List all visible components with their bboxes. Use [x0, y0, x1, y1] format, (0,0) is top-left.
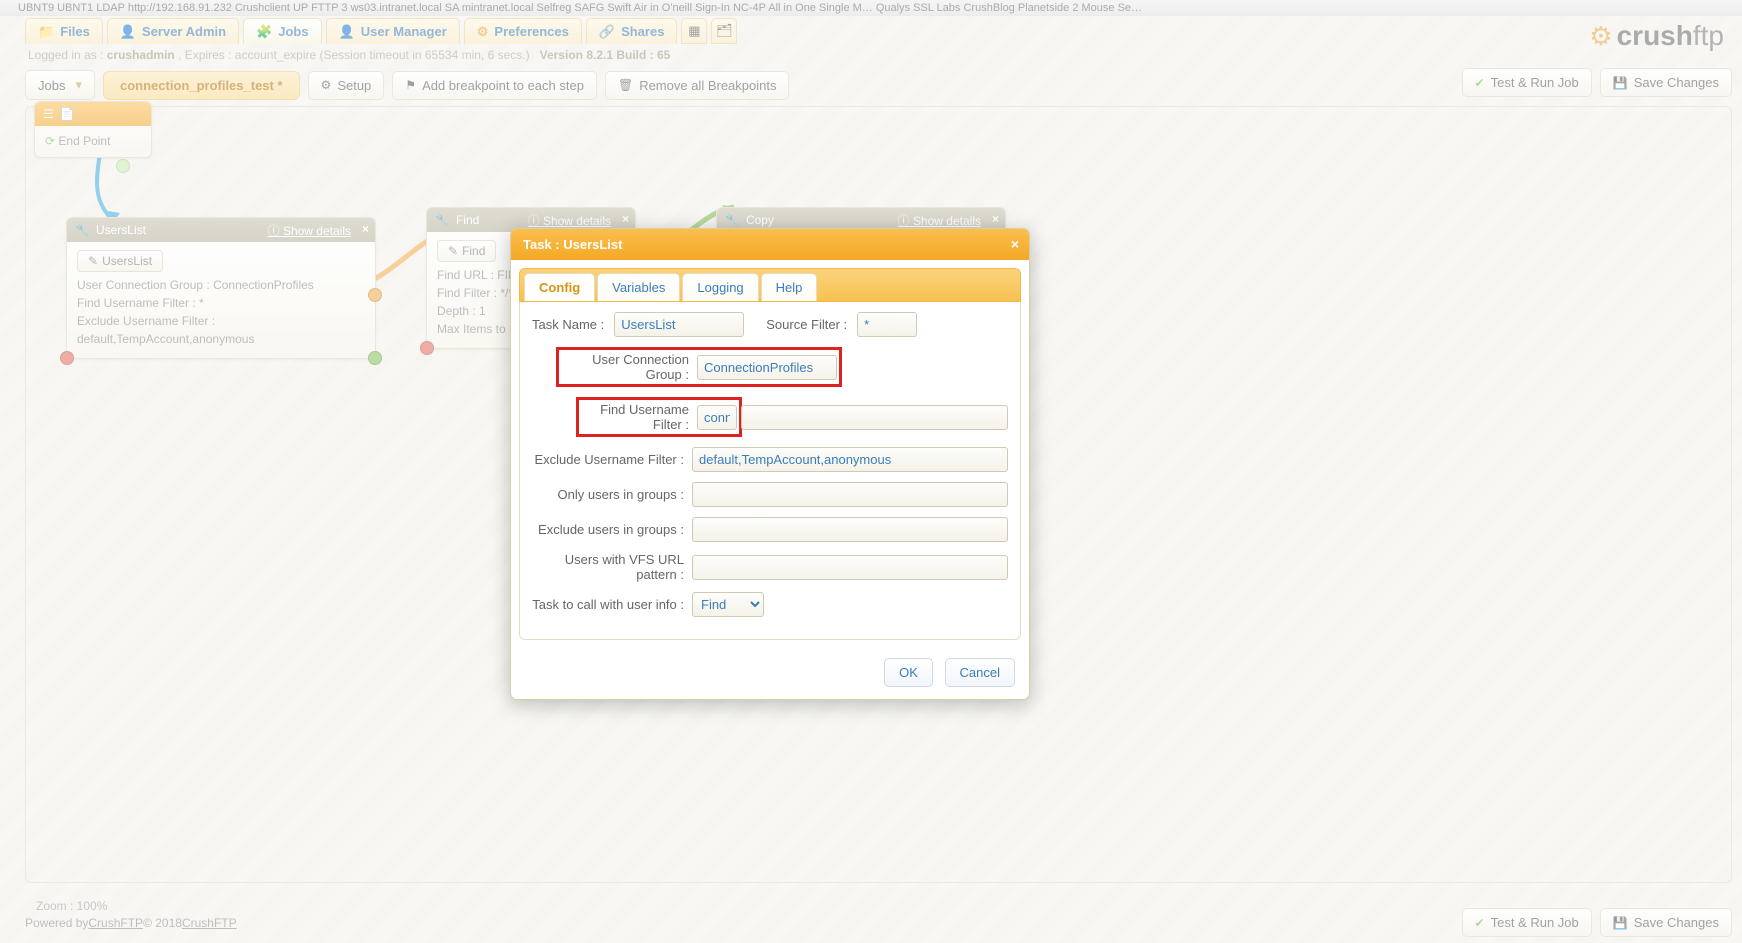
select-task[interactable]: Find [692, 592, 764, 617]
tab-logging[interactable]: Logging [682, 273, 758, 301]
modal-header[interactable]: Task : UsersList × [511, 229, 1029, 260]
modal-tabbar: Config Variables Logging Help [519, 268, 1021, 302]
label-source-filter: Source Filter : [766, 317, 853, 332]
label-fuf: Find Username Filter : [581, 402, 697, 432]
row-eug: Exclude users in groups : [532, 517, 1008, 542]
label-euf: Exclude Username Filter : [532, 452, 692, 467]
modal-title: Task : UsersList [523, 237, 622, 252]
modal-close-icon[interactable]: × [1011, 236, 1019, 252]
label-oug: Only users in groups : [532, 487, 692, 502]
input-task-name[interactable] [614, 312, 744, 337]
row-ucg: User Connection Group : [532, 347, 1008, 387]
input-oug[interactable] [692, 482, 1008, 507]
row-euf: Exclude Username Filter : [532, 447, 1008, 472]
row-oug: Only users in groups : [532, 482, 1008, 507]
task-modal: Task : UsersList × Config Variables Logg… [510, 228, 1030, 700]
ok-button[interactable]: OK [884, 658, 933, 687]
input-ucg[interactable] [697, 355, 837, 380]
label-task-name: Task Name : [532, 317, 610, 332]
tab-help[interactable]: Help [761, 273, 818, 301]
modal-body: Task Name : Source Filter : User Connect… [519, 302, 1021, 640]
label-vfs: Users with VFS URL pattern : [532, 552, 692, 582]
input-source-filter[interactable] [857, 312, 917, 337]
row-taskname: Task Name : Source Filter : [532, 312, 1008, 337]
label-eug: Exclude users in groups : [532, 522, 692, 537]
input-vfs[interactable] [692, 555, 1008, 580]
input-euf[interactable] [692, 447, 1008, 472]
row-fuf: Find Username Filter : [532, 397, 1008, 437]
highlight-ucg: User Connection Group : [556, 347, 842, 387]
label-task: Task to call with user info : [532, 597, 692, 612]
input-fuf-ext[interactable] [741, 405, 1008, 430]
tab-config[interactable]: Config [524, 273, 595, 301]
cancel-button[interactable]: Cancel [945, 658, 1015, 687]
modal-actions: OK Cancel [511, 648, 1029, 699]
highlight-fuf: Find Username Filter : [576, 397, 742, 437]
tab-variables[interactable]: Variables [597, 273, 680, 301]
label-ucg: User Connection Group : [561, 352, 697, 382]
row-task: Task to call with user info : Find [532, 592, 1008, 617]
input-fuf[interactable] [697, 405, 737, 430]
input-eug[interactable] [692, 517, 1008, 542]
row-vfs: Users with VFS URL pattern : [532, 552, 1008, 582]
